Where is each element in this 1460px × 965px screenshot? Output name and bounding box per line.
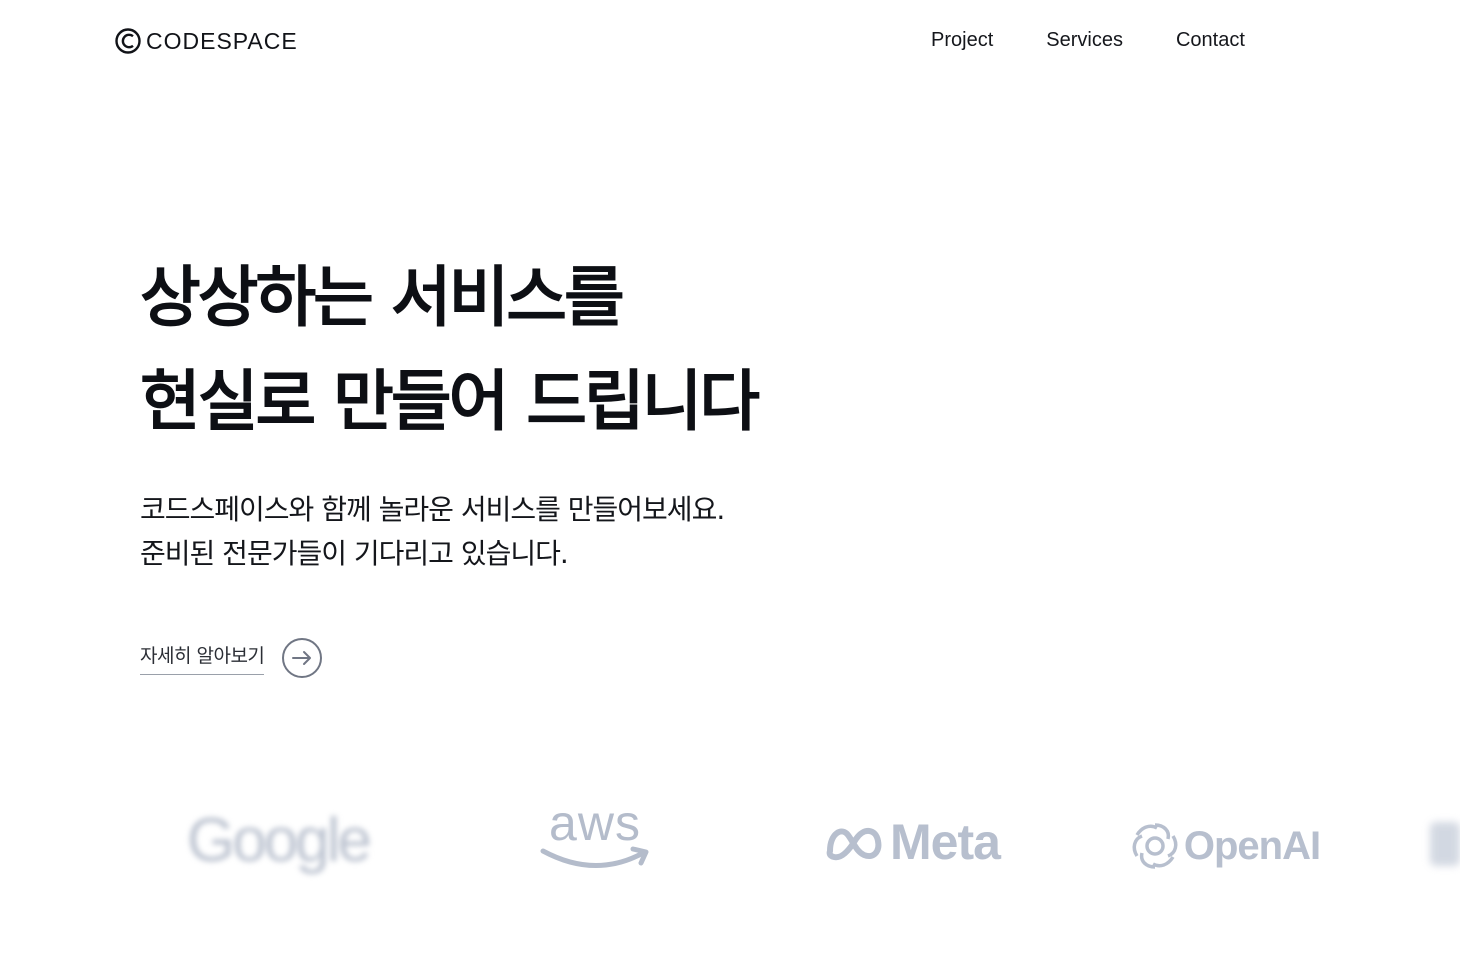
nav-item-services[interactable]: Services xyxy=(1046,29,1123,52)
partner-logos: Google aws Meta OpenAI xyxy=(0,790,1460,900)
hero-title-line-2: 현실로 만들어 드립니다 xyxy=(140,363,760,440)
aws-logo-text: aws xyxy=(549,795,641,851)
aws-logo: aws xyxy=(535,798,655,878)
hero-title-line-1: 상상하는 서비스를 xyxy=(140,259,625,336)
hero-description: 코드스페이스와 함께 놀라운 서비스를 만들어보세요. 준비된 전문가들이 기다… xyxy=(140,488,725,576)
meta-infinity-icon xyxy=(826,828,882,861)
hero-title: 상상하는 서비스를 현실로 만들어 드립니다 xyxy=(140,246,760,454)
google-logo: Google xyxy=(178,800,378,880)
landing-page: CODESPACE Project Services Contact 상상하는 … xyxy=(0,0,1460,965)
meta-logo: Meta xyxy=(812,812,1012,872)
arrow-right-circle-icon[interactable] xyxy=(282,638,323,678)
nav-item-project[interactable]: Project xyxy=(931,29,993,52)
openai-knot-icon xyxy=(1132,823,1178,869)
nav-item-contact[interactable]: Contact xyxy=(1176,29,1245,52)
partial-logo xyxy=(1430,822,1460,866)
arrow-right-icon xyxy=(292,651,312,665)
google-logo-text: Google xyxy=(187,805,372,875)
learn-more-label[interactable]: 자세히 알아보기 xyxy=(140,641,265,675)
learn-more-link[interactable]: 자세히 알아보기 xyxy=(140,638,323,678)
site-header: CODESPACE Project Services Contact xyxy=(0,0,1460,82)
meta-logo-text: Meta xyxy=(890,814,1001,870)
openai-logo: OpenAI xyxy=(1125,816,1325,876)
openai-logo-text: OpenAI xyxy=(1183,823,1321,868)
codespace-logo-icon xyxy=(115,28,141,54)
brand-logo[interactable]: CODESPACE xyxy=(114,26,298,56)
brand-name: CODESPACE xyxy=(146,27,298,54)
hero-description-line-2: 준비된 전문가들이 기다리고 있습니다. xyxy=(140,537,569,570)
hero-description-line-1: 코드스페이스와 함께 놀라운 서비스를 만들어보세요. xyxy=(140,493,725,526)
aws-smile-icon xyxy=(540,846,649,868)
main-nav: Project Services Contact xyxy=(931,29,1245,52)
